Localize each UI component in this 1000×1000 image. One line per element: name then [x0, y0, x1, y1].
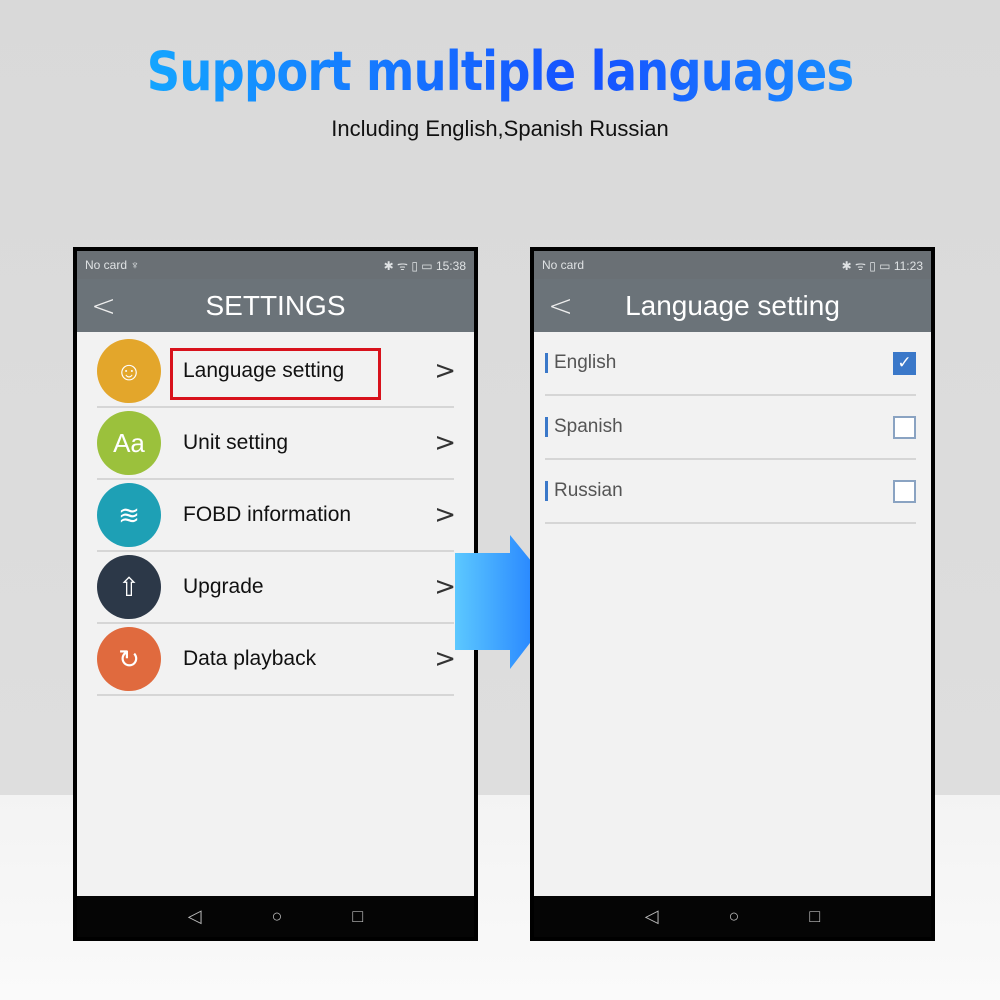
nav-recent-icon[interactable]: □ — [809, 906, 820, 927]
headline: Support multiple languages — [70, 40, 930, 103]
chevron-right-icon: > — [434, 356, 456, 386]
accent-bar — [545, 481, 548, 501]
checkbox[interactable] — [893, 479, 916, 503]
nav-home-icon[interactable]: ○ — [272, 906, 283, 927]
settings-item[interactable]: ⇧ Upgrade > — [97, 552, 456, 624]
subheadline: Including English,Spanish Russian — [331, 116, 669, 141]
settings-item[interactable]: ↻ Data playback > — [97, 624, 456, 696]
status-right: ✱ ᯤ ▯ ▭ 15:38 — [383, 258, 466, 273]
nav-back-icon[interactable]: ◁ — [645, 906, 659, 927]
language-phone: No card ✱ ᯤ ▯ ▭ 11:23 < Language setting E… — [530, 247, 935, 941]
settings-item-label: FOBD information — [183, 503, 352, 526]
settings-item-label: Upgrade — [183, 575, 264, 598]
nav-recent-icon[interactable]: □ — [352, 906, 363, 927]
back-icon[interactable]: < — [548, 289, 573, 324]
back-icon[interactable]: < — [91, 289, 116, 324]
checkbox[interactable]: ✓ — [893, 351, 916, 375]
settings-item-label: Unit setting — [183, 431, 289, 454]
nav-home-icon[interactable]: ○ — [729, 906, 740, 927]
chevron-right-icon: > — [434, 428, 456, 458]
nav-bar: ◁ ○ □ — [77, 896, 474, 937]
chevron-right-icon: > — [434, 572, 456, 602]
accent-bar — [545, 417, 548, 437]
highlight-box — [170, 348, 381, 400]
upload-icon: ⇧ — [97, 555, 161, 619]
settings-phone: No card ♆ ✱ ᯤ ▯ ▭ 15:38 < SETTINGS ☺ Langua… — [73, 247, 478, 941]
speaking-head-icon: ☺ — [97, 339, 161, 403]
font-aa-icon: Aa — [97, 411, 161, 475]
language-label: Spanish — [554, 416, 623, 437]
chevron-right-icon: > — [434, 644, 456, 674]
language-option[interactable]: English ✓ — [545, 332, 916, 396]
status-bar: No card ♆ ✱ ᯤ ▯ ▭ 15:38 — [77, 251, 474, 279]
status-left: No card — [542, 258, 585, 272]
status-right: ✱ ᯤ ▯ ▭ 11:23 — [841, 258, 923, 273]
status-bar: No card ✱ ᯤ ▯ ▭ 11:23 — [534, 251, 931, 279]
app-header: < SETTINGS — [77, 279, 474, 332]
chevron-right-icon: > — [434, 500, 456, 530]
checkbox[interactable] — [893, 415, 916, 439]
chart-refresh-icon: ↻ — [97, 627, 161, 691]
language-label: Russian — [554, 480, 623, 501]
language-option[interactable]: Russian — [545, 460, 916, 524]
language-label: English — [554, 352, 617, 373]
page-title: SETTINGS — [205, 289, 346, 321]
page-title: Language setting — [625, 289, 840, 321]
settings-item[interactable]: Aa Unit setting > — [97, 408, 456, 480]
status-left: No card ♆ — [85, 258, 140, 272]
app-header: < Language setting — [534, 279, 931, 332]
accent-bar — [545, 353, 548, 373]
nav-back-icon[interactable]: ◁ — [188, 906, 202, 927]
settings-item[interactable]: ≋ FOBD information > — [97, 480, 456, 552]
layers-icon: ≋ — [97, 483, 161, 547]
nav-bar: ◁ ○ □ — [534, 896, 931, 937]
settings-item-label: Data playback — [183, 647, 317, 670]
language-option[interactable]: Spanish — [545, 396, 916, 460]
